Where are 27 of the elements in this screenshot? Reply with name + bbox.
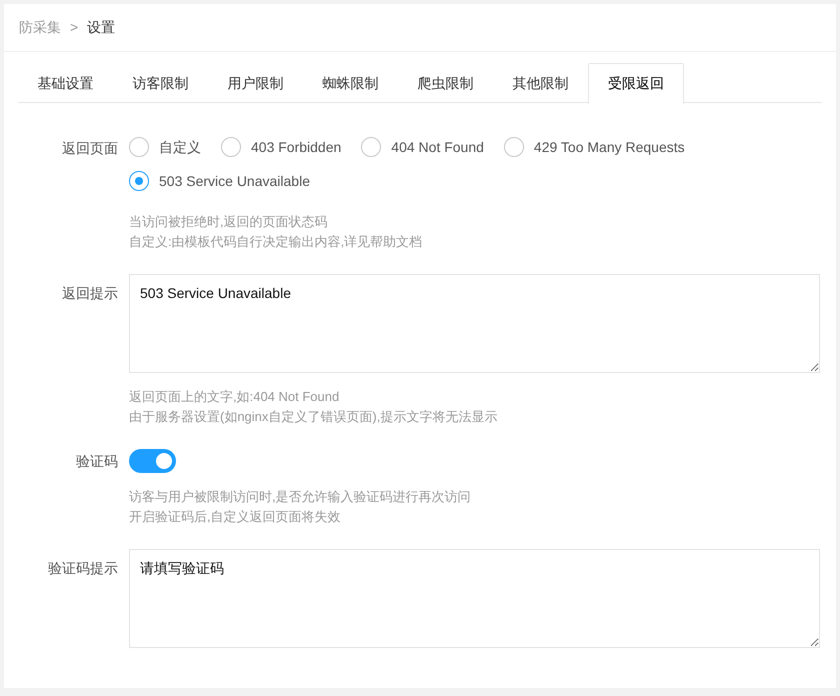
field-label: 验证码提示 [48, 559, 118, 578]
tab[interactable]: 用户限制 [208, 63, 303, 103]
help-text: 返回页面上的文字,如:404 Not Found [129, 388, 340, 406]
tab[interactable]: 访客限制 [113, 63, 208, 103]
help-text: 开启验证码后,自定义返回页面将失效 [129, 508, 341, 526]
tab[interactable]: 基础设置 [18, 63, 113, 103]
toggle-switch[interactable] [129, 449, 176, 473]
tab[interactable]: 蜘蛛限制 [303, 63, 398, 103]
tab[interactable]: 爬虫限制 [398, 63, 493, 103]
radio-option[interactable]: 503 Service Unavailable [129, 164, 310, 198]
help-text: 自定义:由模板代码自行决定输出内容,详见帮助文档 [129, 233, 422, 251]
radio-option[interactable]: 404 Not Found [361, 130, 484, 164]
field-label: 返回页面 [62, 139, 118, 158]
radio-option[interactable]: 自定义 [129, 130, 201, 164]
help-text: 由于服务器设置(如nginx自定义了错误页面),提示文字将无法显示 [129, 408, 498, 426]
tab[interactable]: 其他限制 [493, 63, 588, 103]
breadcrumb-separator: > [70, 18, 78, 37]
help-text: 当访问被拒绝时,返回的页面状态码 [129, 213, 328, 231]
text-area[interactable]: 请填写验证码 [129, 549, 820, 648]
radio-option[interactable]: 429 Too Many Requests [504, 130, 685, 164]
field-label: 返回提示 [62, 284, 118, 303]
help-text: 访客与用户被限制访问时,是否允许输入验证码进行再次访问 [129, 488, 471, 506]
field-label: 验证码 [76, 452, 118, 471]
breadcrumb-item: 设置 [87, 18, 116, 37]
text-area[interactable]: 503 Service Unavailable [129, 274, 820, 373]
tab[interactable]: 受限返回 [588, 63, 684, 104]
radio-option[interactable]: 403 Forbidden [221, 130, 342, 164]
